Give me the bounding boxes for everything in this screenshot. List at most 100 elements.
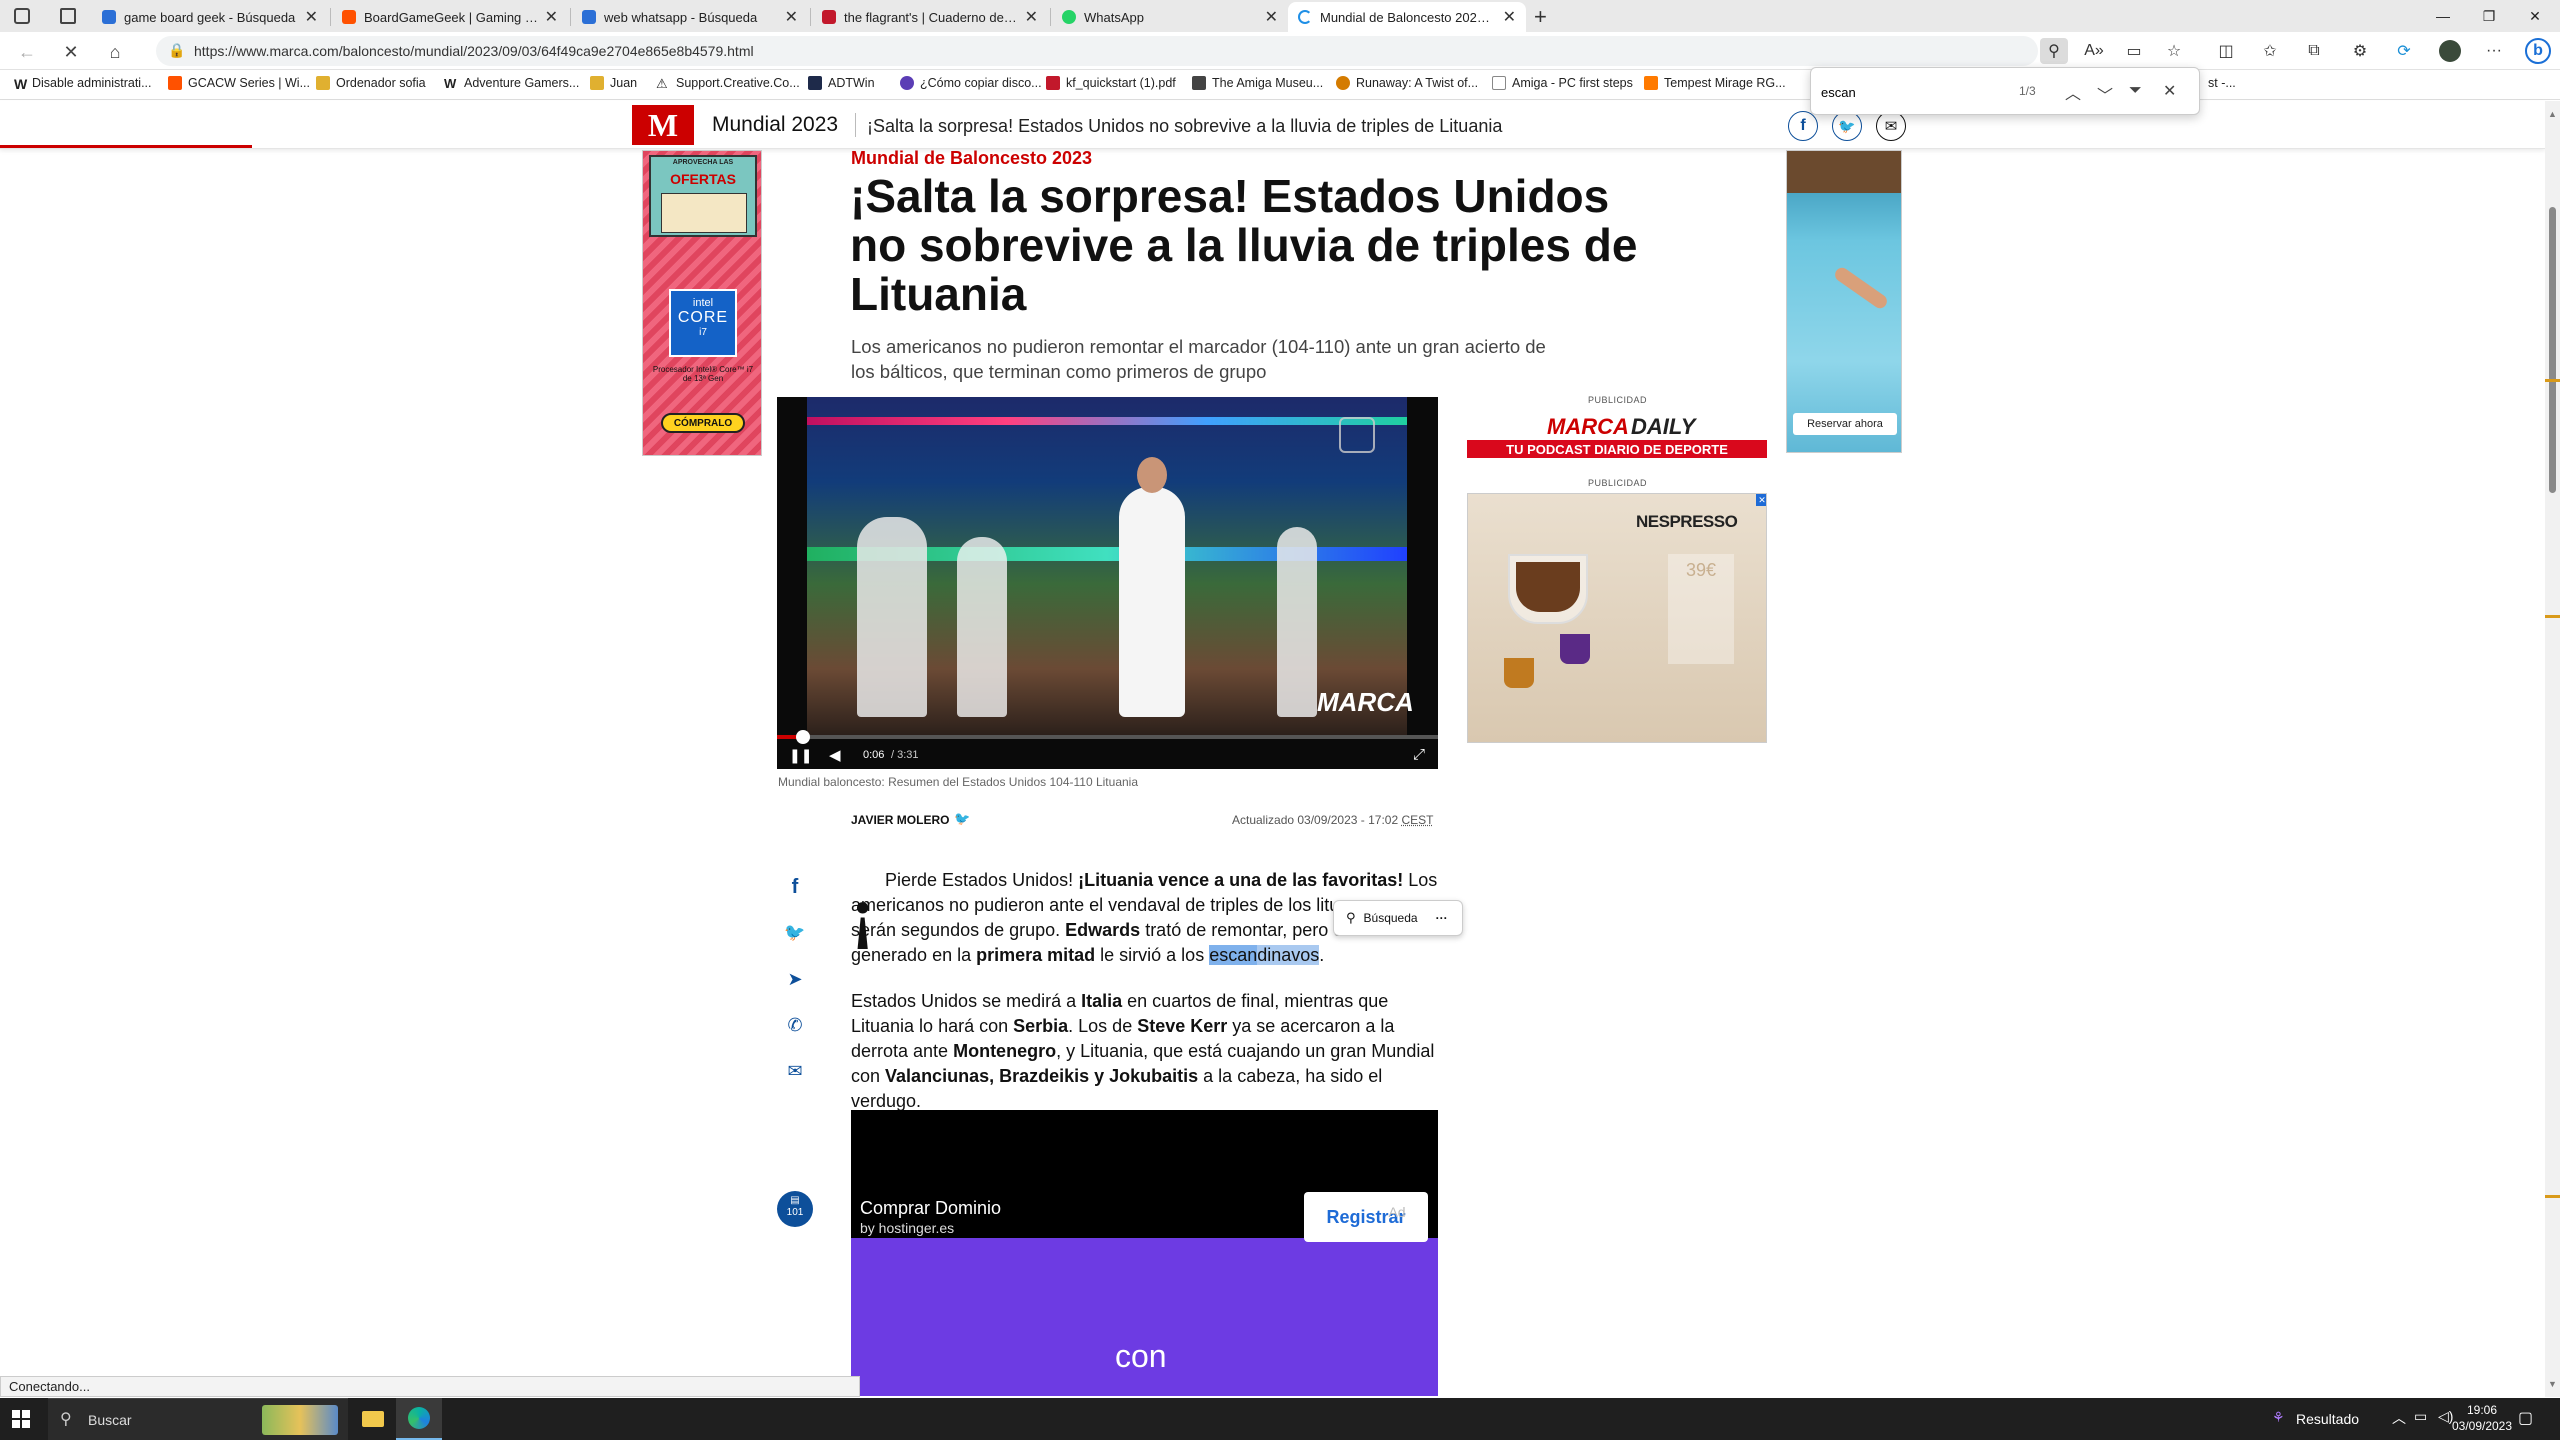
taskbar-edge[interactable]	[396, 1398, 442, 1440]
ad-right-travel[interactable]: Reservar ahora	[1786, 150, 1902, 453]
bookmark-10[interactable]: Runaway: A Twist of...	[1336, 76, 1478, 90]
more-options-icon[interactable]: ···	[1436, 911, 1448, 925]
bookmark-0[interactable]: W Disable administrati...	[14, 76, 152, 92]
back-button[interactable]: ←	[14, 39, 40, 65]
bing-copilot-icon[interactable]: b	[2524, 38, 2552, 64]
sync-icon[interactable]: ⟳	[2390, 38, 2418, 64]
tab-0[interactable]: game board geek - Búsqueda ✕	[92, 2, 328, 32]
twitter-icon[interactable]: 🐦	[954, 811, 970, 827]
split-screen-icon[interactable]: ◫	[2212, 38, 2240, 64]
find-previous-button[interactable]: ︿	[2065, 80, 2081, 104]
app-available-icon[interactable]: ▭	[2120, 38, 2148, 64]
ad-nespresso[interactable]: NESPRESSO ✕ 39€	[1467, 493, 1767, 743]
tab-2[interactable]: web whatsapp - Búsqueda ✕	[572, 2, 808, 32]
weather-icon[interactable]: ⚘	[2272, 1409, 2285, 1426]
close-icon[interactable]: ✕	[1025, 7, 1038, 27]
find-options-filter-icon[interactable]: ⏷	[2129, 82, 2142, 100]
taskbar-search-box[interactable]: ⚲ Buscar	[48, 1398, 348, 1440]
tab-4[interactable]: WhatsApp ✕	[1052, 2, 1288, 32]
bookmark-7[interactable]: ¿Cómo copiar disco...	[900, 76, 1042, 90]
bookmark-8[interactable]: kf_quickstart (1).pdf	[1046, 76, 1176, 90]
bookmark-overflow[interactable]: st -...	[2208, 76, 2236, 90]
extensions-icon[interactable]: ⚙	[2346, 38, 2374, 64]
window-close-button[interactable]: ✕	[2512, 0, 2558, 32]
ad-hostinger[interactable]: Comprar Dominio by hostinger.es Registra…	[851, 1110, 1438, 1396]
ad-close-icon[interactable]: ✕	[1756, 494, 1766, 506]
new-tab-button[interactable]: +	[1534, 4, 1547, 30]
home-button[interactable]: ⌂	[102, 39, 128, 65]
tab-5-active[interactable]: Mundial de Baloncesto 2023: ¡Salta la so…	[1288, 2, 1526, 32]
url-field[interactable]: 🔒 https://www.marca.com/baloncesto/mundi…	[156, 36, 2038, 66]
search-selection-button[interactable]: Búsqueda	[1364, 911, 1418, 925]
ad-buy-button[interactable]: CÓMPRALO	[661, 413, 745, 433]
scrollbar-thumb[interactable]	[2549, 207, 2556, 493]
share-twitter-button[interactable]: 🐦	[778, 916, 812, 950]
bookmark-11[interactable]: Amiga - PC first steps	[1492, 76, 1633, 90]
taskbar-clock[interactable]: 19:06 03/09/2023	[2444, 1402, 2520, 1434]
tab-actions-icon[interactable]	[60, 8, 76, 24]
share-email-button[interactable]: ✉	[778, 1054, 812, 1088]
volume-button[interactable]: ◀	[829, 746, 841, 764]
taskbar-widget-text[interactable]: Resultado	[2296, 1411, 2359, 1427]
start-button[interactable]	[12, 1410, 30, 1428]
collections-icon[interactable]: ⧉	[2300, 38, 2328, 64]
find-next-button[interactable]: ﹀	[2097, 82, 2113, 106]
find-highlight-icon[interactable]: ⚲	[2040, 38, 2068, 64]
network-icon[interactable]: ▭	[2414, 1408, 2427, 1425]
tab-1[interactable]: BoardGameGeek | Gaming Unplugged✕	[332, 2, 568, 32]
ad-left-intel[interactable]: APROVECHA LAS OFERTAS intel CORE i7 Proc…	[642, 150, 762, 456]
lock-icon[interactable]: 🔒	[168, 42, 185, 59]
article-kicker[interactable]: Mundial de Baloncesto 2023	[851, 148, 1092, 169]
share-facebook-button[interactable]: f	[778, 870, 812, 904]
taskbar-file-explorer[interactable]	[350, 1398, 396, 1440]
bookmark-2[interactable]: Ordenador sofia	[316, 76, 426, 90]
video-progress-track[interactable]	[777, 730, 1438, 744]
share-whatsapp-button[interactable]: ✆	[778, 1008, 812, 1042]
read-aloud-icon[interactable]: A»	[2080, 38, 2108, 64]
comments-button[interactable]: ▤ 101	[777, 1191, 813, 1227]
sticky-facebook-button[interactable]: f	[1788, 111, 1818, 141]
page-scrollbar[interactable]: ▲ ▼	[2545, 101, 2560, 1397]
scroll-up-arrow[interactable]: ▲	[2548, 109, 2557, 119]
minimize-button[interactable]: —	[2420, 0, 2466, 32]
tray-overflow-icon[interactable]: ︿	[2392, 1408, 2406, 1428]
bookmark-3[interactable]: W Adventure Gamers...	[444, 76, 579, 91]
ad-marca-daily-podcast[interactable]: MARCA DAILY TU PODCAST DIARIO DE DEPORTE	[1467, 410, 1767, 460]
scroll-down-arrow[interactable]: ▼	[2548, 1379, 2557, 1389]
close-icon[interactable]: ✕	[305, 7, 318, 27]
close-icon[interactable]: ✕	[545, 7, 558, 27]
bookmark-9[interactable]: The Amiga Museu...	[1192, 76, 1323, 90]
settings-more-icon[interactable]: ···	[2480, 38, 2508, 64]
bookmark-5[interactable]: ⚠ Support.Creative.Co...	[656, 76, 800, 91]
close-icon[interactable]: ✕	[1265, 7, 1278, 27]
stop-loading-button[interactable]: ✕	[58, 39, 84, 65]
video-player[interactable]: MARCA ❚❚ ◀ 0:06 / 3:31 ⤢	[777, 397, 1438, 769]
favorite-star-icon[interactable]: ☆	[2160, 38, 2188, 64]
bookmark-12[interactable]: Tempest Mirage RG...	[1644, 76, 1786, 90]
author-name[interactable]: JAVIER MOLERO	[851, 813, 949, 827]
marca-logo[interactable]: M	[632, 105, 694, 145]
share-telegram-button[interactable]: ➤	[778, 962, 812, 996]
whatsapp-icon	[1062, 10, 1076, 24]
selected-text[interactable]: escandinavos	[1209, 945, 1320, 965]
bookmark-1[interactable]: GCACW Series | Wi...	[168, 76, 310, 90]
close-icon[interactable]: ✕	[785, 7, 798, 27]
ad-book-now-button[interactable]: Reservar ahora	[1793, 413, 1897, 435]
tab-3[interactable]: the flagrant's | Cuaderno de Bitácora✕	[812, 2, 1048, 32]
sticky-email-button[interactable]: ✉	[1876, 111, 1906, 141]
close-icon[interactable]: ✕	[1503, 7, 1516, 27]
workspaces-icon[interactable]	[14, 8, 30, 24]
find-close-button[interactable]: ✕	[2163, 81, 2176, 101]
bookmark-4[interactable]: Juan	[590, 76, 637, 90]
notifications-icon[interactable]: ▢	[2518, 1408, 2533, 1428]
pause-button[interactable]: ❚❚	[789, 747, 812, 764]
sticky-twitter-button[interactable]: 🐦	[1832, 111, 1862, 141]
profile-avatar[interactable]	[2436, 38, 2464, 64]
sticky-section[interactable]: Mundial 2023	[712, 113, 838, 137]
restore-button[interactable]: ❐	[2466, 0, 2512, 32]
fullscreen-button[interactable]: ⤢	[1413, 746, 1425, 763]
bookmark-6[interactable]: ADTWin	[808, 76, 875, 90]
favorites-icon[interactable]: ✩	[2256, 38, 2284, 64]
video-scrubber-handle[interactable]	[795, 730, 810, 744]
find-input[interactable]	[1821, 80, 2021, 104]
